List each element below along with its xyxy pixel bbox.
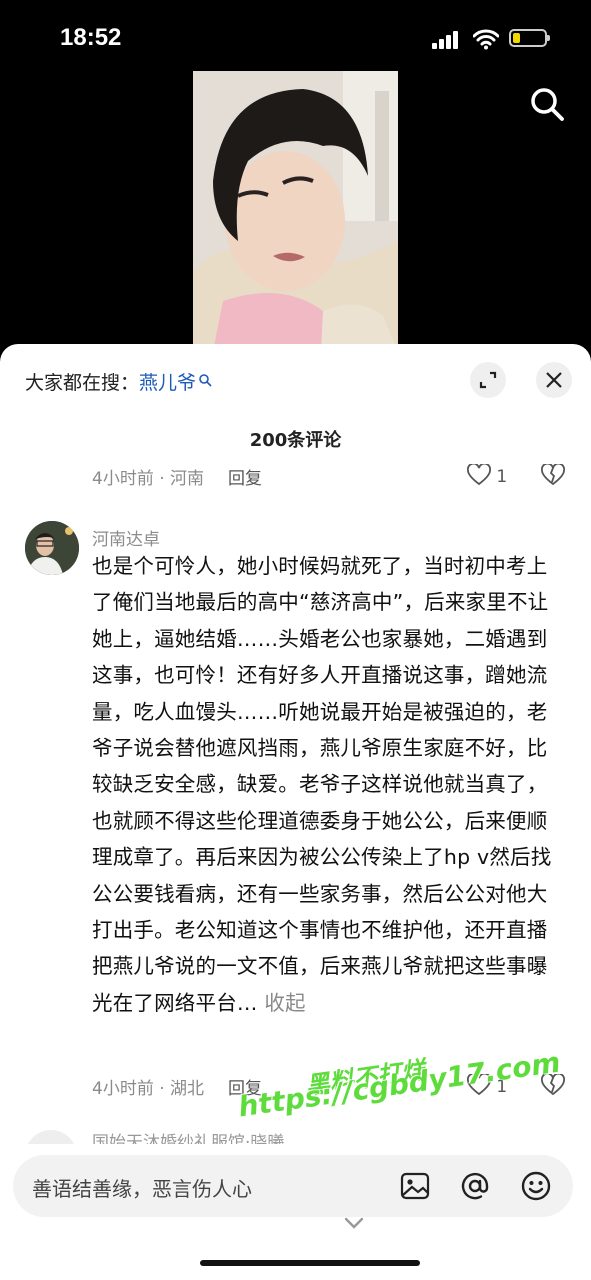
expand-button[interactable] [470, 362, 506, 398]
wifi-icon [473, 29, 499, 50]
search-icon[interactable] [527, 84, 567, 124]
comment-text: 也是个可怜人，她小时候妈就死了，当时初中考上了俺们当地最后的高中“慈济高中”，后… [92, 554, 552, 1015]
chevron-down-icon[interactable] [343, 1216, 365, 1230]
prev-comment-meta: 4小时前 · 河南 回复 [92, 464, 262, 489]
prev-dislike-button[interactable] [541, 462, 565, 490]
status-bar: 18:52 [0, 0, 591, 70]
video-frame-image [193, 71, 398, 351]
video-preview[interactable] [193, 71, 398, 351]
avatar[interactable] [25, 521, 79, 575]
prev-like-count: 1 [496, 467, 508, 487]
search-small-icon [199, 374, 212, 387]
comment-body: 也是个可怜人，她小时候妈就死了，当时初中考上了俺们当地最后的高中“慈济高中”，后… [92, 554, 552, 1015]
comment-time-location: 4小时前 · 湖北 [92, 1079, 205, 1099]
mention-icon[interactable] [458, 1169, 492, 1203]
comment-input[interactable]: 善语结善缘，恶言伤人心 [13, 1155, 573, 1217]
broken-heart-icon [541, 462, 565, 486]
expand-icon [479, 371, 497, 389]
close-button[interactable] [536, 362, 572, 398]
hot-search-keyword[interactable]: 燕儿爷 [139, 372, 196, 394]
hot-search-prefix: 大家都在搜： [25, 372, 140, 394]
avatar-image [25, 521, 79, 575]
home-indicator [200, 1260, 420, 1266]
prev-comment-time-location: 4小时前 · 河南 [92, 469, 205, 489]
comment-count: 200条评论 [249, 430, 342, 451]
comment-input-placeholder: 善语结善缘，恶言伤人心 [32, 1177, 252, 1201]
cellular-signal-icon [432, 31, 464, 49]
heart-icon [467, 462, 491, 486]
comment-author[interactable]: 河南达卓 [92, 525, 160, 550]
close-icon [546, 372, 562, 388]
comment-sheet: 大家都在搜：燕儿爷 200条评论 4小时前 · 河南 回复 1 河南达卓 也是个… [0, 344, 591, 1280]
prev-reply-button[interactable]: 回复 [228, 469, 262, 489]
image-icon[interactable] [398, 1169, 432, 1203]
hot-search-bar[interactable]: 大家都在搜：燕儿爷 [25, 368, 212, 395]
prev-like-button[interactable]: 1 [467, 462, 508, 487]
emoji-icon[interactable] [519, 1169, 553, 1203]
collapse-link[interactable]: 收起 [264, 991, 305, 1015]
status-time: 18:52 [60, 24, 122, 51]
battery-icon [509, 29, 550, 47]
